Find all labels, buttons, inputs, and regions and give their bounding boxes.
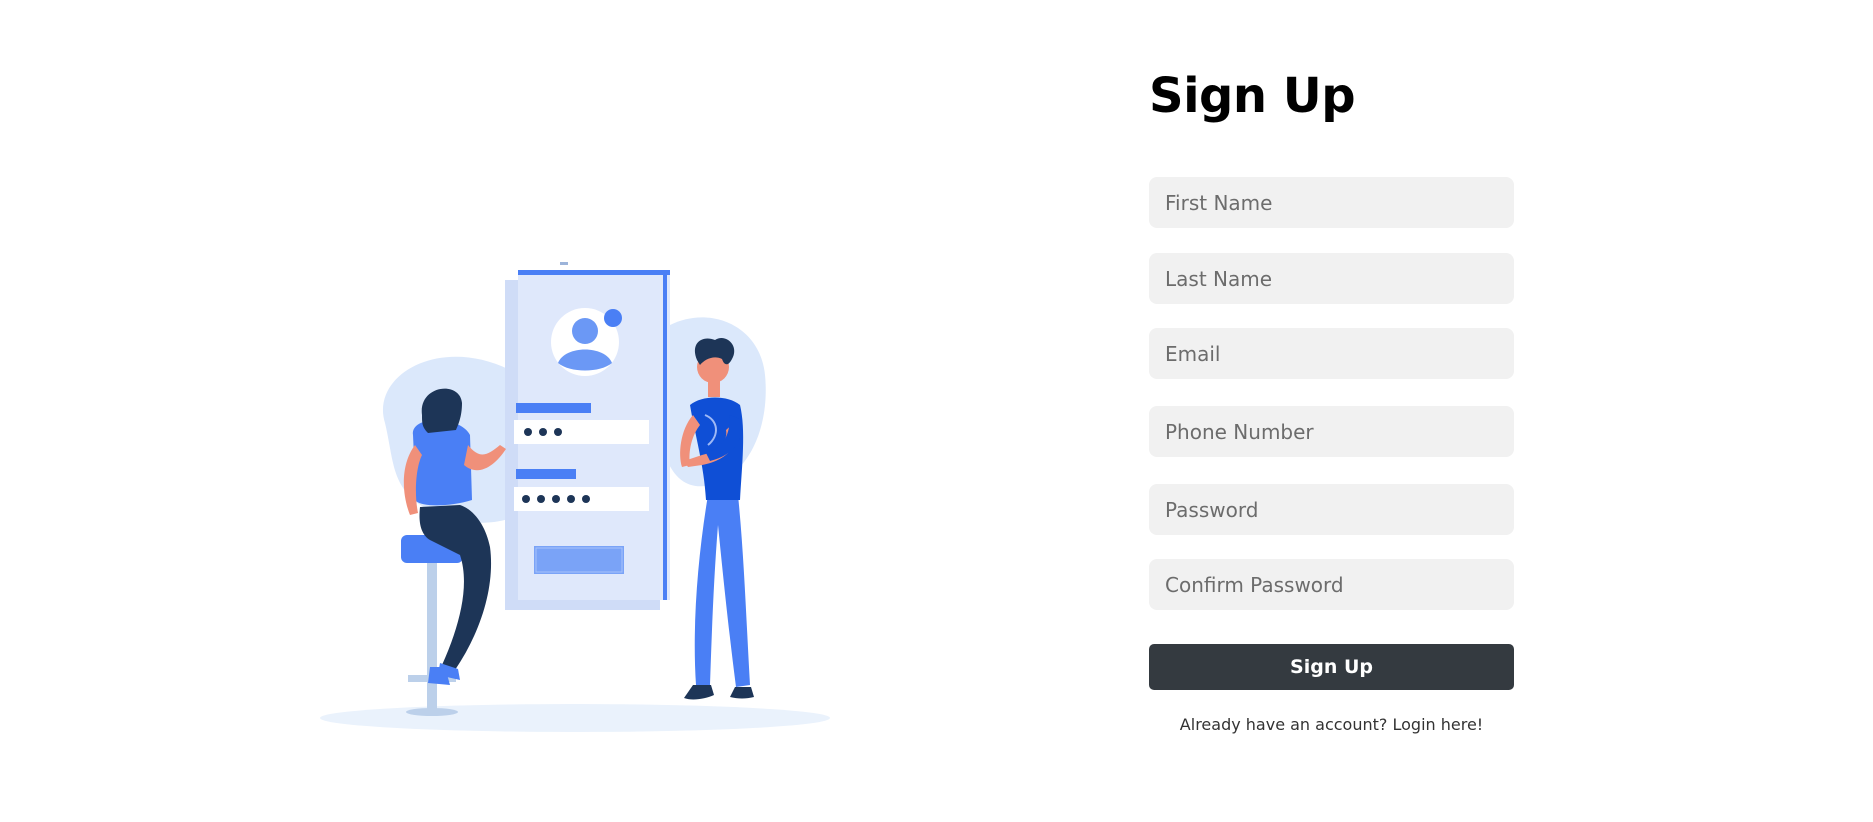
signup-illustration-icon: [320, 262, 830, 732]
last-name-input[interactable]: [1149, 253, 1514, 304]
sign-up-button[interactable]: Sign Up: [1149, 644, 1514, 690]
signup-page: Sign Up Sign Up Already have an account?…: [0, 0, 1873, 822]
signup-illustration: [310, 255, 850, 750]
password-input[interactable]: [1149, 484, 1514, 535]
first-name-input[interactable]: [1149, 177, 1514, 228]
phone-number-input[interactable]: [1149, 406, 1514, 457]
login-prompt-text: Already have an account?: [1179, 715, 1388, 734]
email-input[interactable]: [1149, 328, 1514, 379]
login-link[interactable]: Login here!: [1392, 715, 1483, 734]
confirm-password-input[interactable]: [1149, 559, 1514, 610]
signup-form: Sign Up Sign Up Already have an account?…: [1149, 62, 1514, 734]
login-prompt: Already have an account? Login here!: [1149, 715, 1514, 734]
page-title: Sign Up: [1149, 68, 1356, 124]
